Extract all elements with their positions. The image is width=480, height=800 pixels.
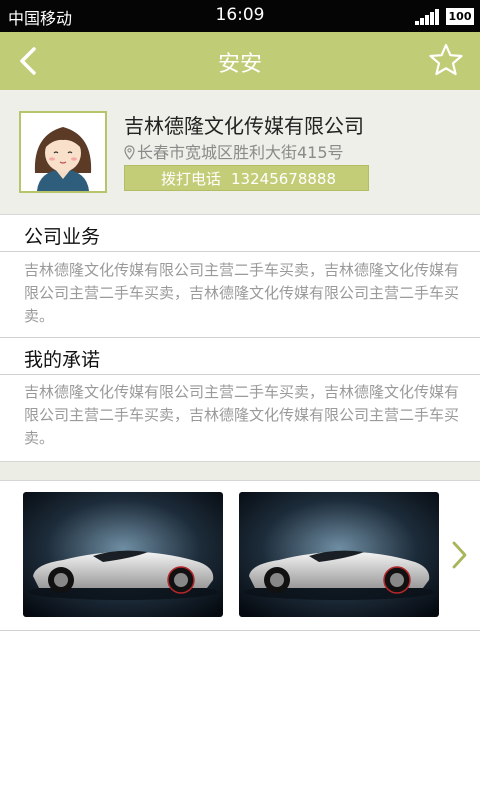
avatar (19, 111, 107, 193)
battery-icon: 100 (446, 8, 474, 25)
favorite-button[interactable] (428, 42, 464, 78)
avatar-illustration (21, 113, 105, 191)
promise-section-title: 我的承诺 (24, 349, 101, 371)
car-photo (23, 492, 223, 617)
car-photo (239, 492, 439, 617)
company-profile: 吉林德隆文化传媒有限公司 长春市宽城区胜利大街415号 拨打电话 13245678… (0, 90, 480, 215)
page-title: 安安 (217, 52, 262, 77)
chevron-right-icon (452, 541, 467, 569)
title-bar: 安安 (0, 32, 480, 90)
business-section-text: 吉林德隆文化传媒有限公司主营二手车买卖，吉林德隆文化传媒有限公司主营二手车买卖，… (24, 261, 460, 325)
signal-icon (415, 9, 441, 25)
gallery-photo[interactable] (239, 492, 439, 617)
phone-number: 13245678888 (231, 170, 336, 188)
business-section-title: 公司业务 (24, 226, 101, 248)
call-label: 拨打电话 (161, 170, 222, 188)
promise-section-text: 吉林德隆文化传媒有限公司主营二手车买卖，吉林德隆文化传媒有限公司主营二手车买卖，… (24, 383, 460, 447)
call-button[interactable]: 拨打电话 13245678888 (124, 165, 369, 191)
address-text: 长春市宽城区胜利大街415号 (137, 143, 344, 162)
company-address: 长春市宽城区胜利大街415号 (124, 139, 344, 163)
business-section-header: 公司业务 (0, 215, 480, 252)
gallery-photo[interactable] (23, 492, 223, 617)
status-bar: 中国移动 16:09 100 (0, 0, 480, 32)
company-name: 吉林德隆文化传媒有限公司 (124, 114, 364, 138)
gallery-next-button[interactable] (448, 538, 470, 572)
location-pin-icon (124, 145, 135, 160)
section-separator (0, 461, 480, 481)
promise-section-header: 我的承诺 (0, 338, 480, 375)
photo-gallery (0, 480, 480, 631)
star-outline-icon (429, 43, 463, 76)
clock: 16:09 (215, 5, 265, 25)
